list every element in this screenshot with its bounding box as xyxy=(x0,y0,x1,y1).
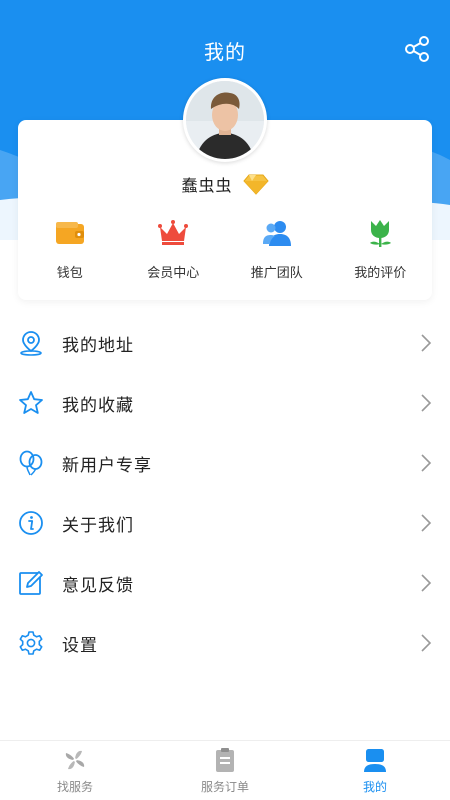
menu-item-label: 新用户专享 xyxy=(62,455,152,476)
pinwheel-icon xyxy=(65,750,85,770)
bottom-tab-bar: 找服务 服务订单 我的 xyxy=(0,740,450,800)
star-icon xyxy=(19,391,43,414)
chevron-right-icon xyxy=(421,514,432,532)
share-icon xyxy=(405,36,429,62)
balloon-icon xyxy=(19,450,43,476)
chevron-right-icon xyxy=(421,334,432,352)
avatar[interactable] xyxy=(183,78,267,162)
menu-item-label: 关于我们 xyxy=(62,515,134,536)
gear-icon xyxy=(19,631,43,655)
tab-label: 找服务 xyxy=(56,780,93,794)
chevron-right-icon xyxy=(421,454,432,472)
info-icon xyxy=(19,511,43,535)
quick-action-label: 钱包 xyxy=(56,266,83,281)
quick-action-member-center[interactable]: 会员中心 xyxy=(122,216,226,281)
crown-icon xyxy=(158,220,189,245)
menu-item-feedback[interactable]: 意见反馈 xyxy=(0,553,450,613)
page-title: 我的 xyxy=(204,40,246,64)
tulip-icon xyxy=(370,220,392,247)
chevron-right-icon xyxy=(421,394,432,412)
quick-action-wallet[interactable]: 钱包 xyxy=(18,216,122,281)
menu-item-label: 我的收藏 xyxy=(62,395,134,416)
menu-item-new-user-exclusive[interactable]: 新用户专享 xyxy=(0,433,450,493)
tab-label: 服务订单 xyxy=(200,780,249,794)
diamond-icon xyxy=(242,174,269,195)
quick-action-label: 我的评价 xyxy=(354,266,407,281)
tab-label: 我的 xyxy=(362,780,387,794)
chevron-right-icon xyxy=(421,634,432,652)
tab-find-service[interactable]: 找服务 xyxy=(0,741,150,800)
menu-item-label: 我的地址 xyxy=(62,335,134,356)
username: 蠢虫虫 xyxy=(181,176,233,195)
username-row: 蠢虫虫 xyxy=(0,172,450,196)
team-icon xyxy=(262,221,291,246)
menu-item-about-us[interactable]: 关于我们 xyxy=(0,493,450,553)
location-pin-icon xyxy=(20,331,42,356)
tab-mine[interactable]: 我的 xyxy=(300,741,450,800)
tab-service-orders[interactable]: 服务订单 xyxy=(150,741,300,800)
menu-item-settings[interactable]: 设置 xyxy=(0,613,450,673)
menu-item-my-address[interactable]: 我的地址 xyxy=(0,313,450,373)
quick-action-label: 推广团队 xyxy=(250,266,303,281)
menu-list: 我的地址 我的收藏 新用户专享 关于我们 意见反馈 设置 xyxy=(0,313,450,673)
chevron-right-icon xyxy=(421,574,432,592)
menu-item-label: 意见反馈 xyxy=(62,575,134,596)
quick-action-promo-team[interactable]: 推广团队 xyxy=(225,216,329,281)
quick-actions: 钱包 会员中心 推广团队 我的评价 xyxy=(18,216,432,281)
wallet-icon xyxy=(55,222,84,244)
user-icon xyxy=(364,749,386,772)
quick-action-my-reviews[interactable]: 我的评价 xyxy=(329,216,433,281)
edit-icon xyxy=(19,571,43,595)
menu-item-my-favorites[interactable]: 我的收藏 xyxy=(0,373,450,433)
share-button[interactable] xyxy=(402,34,432,64)
menu-item-label: 设置 xyxy=(62,635,98,656)
clipboard-icon xyxy=(216,748,234,772)
quick-action-label: 会员中心 xyxy=(147,266,200,281)
